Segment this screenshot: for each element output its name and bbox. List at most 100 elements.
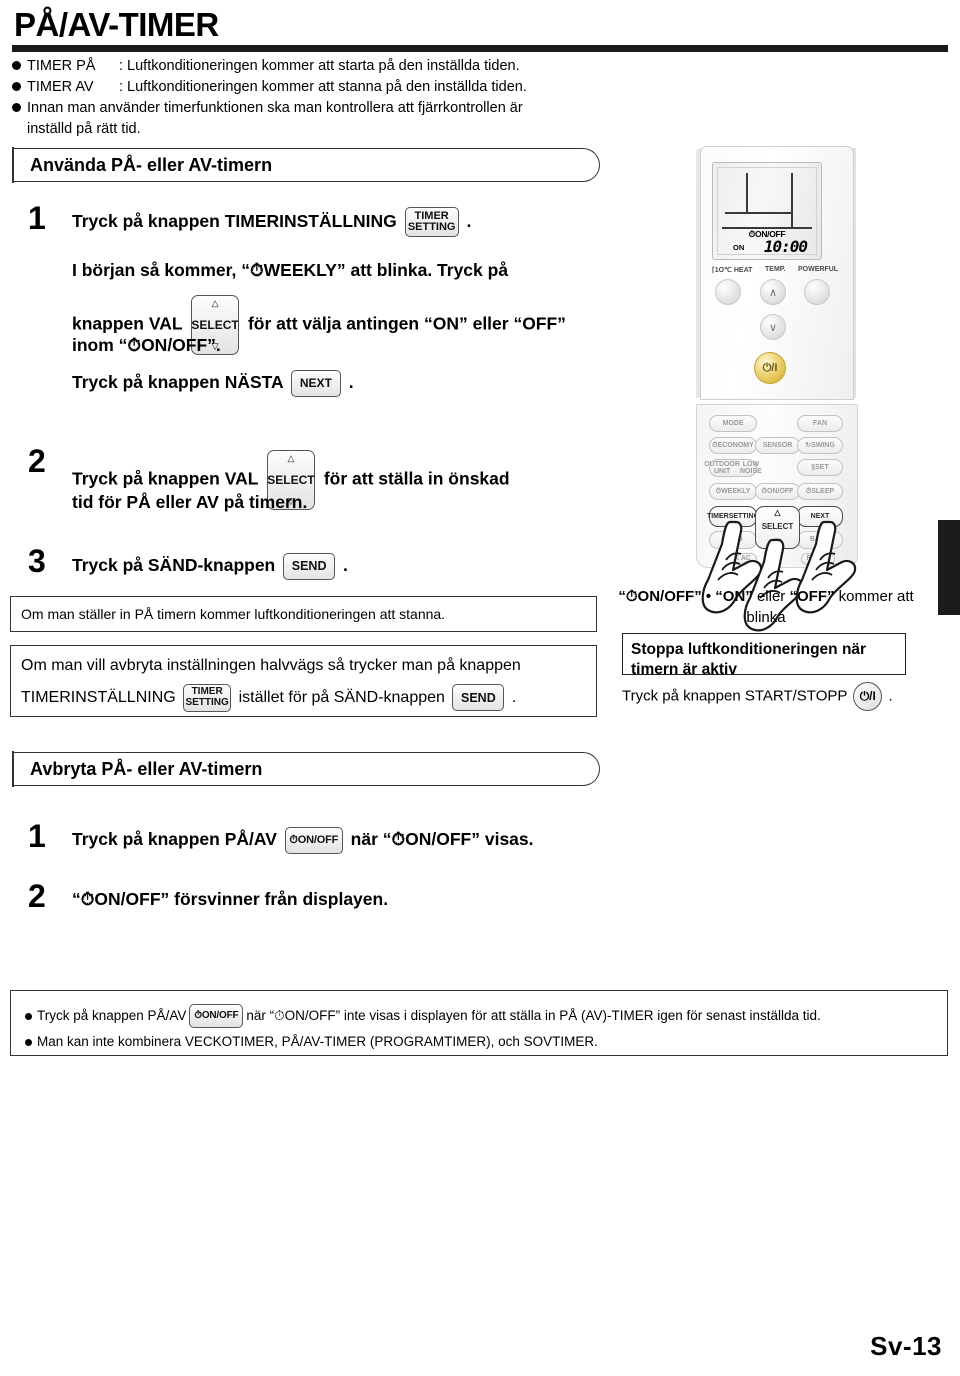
right-box-line-2: timern är aktiv bbox=[631, 661, 737, 678]
bullet-dot-icon bbox=[25, 1038, 32, 1046]
step-number: 2 bbox=[28, 443, 46, 479]
step-1-line5-text-a: Tryck på knappen NÄSTA bbox=[72, 372, 284, 392]
temp-down-button[interactable]: ∨ bbox=[760, 314, 786, 340]
remote-button-label: ⏱ON/OFF bbox=[761, 487, 794, 495]
send-key-label: SEND bbox=[291, 559, 327, 574]
chevron-down-icon: ∨ bbox=[768, 321, 778, 334]
select-key-up-arrow-icon: △ bbox=[211, 298, 219, 308]
right-caption-line-2: blinka bbox=[746, 609, 786, 626]
remote-button-label: FAN bbox=[813, 419, 827, 427]
bullet-text: : Luftkonditioneringen kommer att starta… bbox=[119, 58, 520, 74]
start-stop-button[interactable]: ⏻/I bbox=[754, 352, 786, 384]
note2-line1: Om man vill avbryta inställningen halvvä… bbox=[21, 657, 521, 674]
heat-button[interactable] bbox=[715, 279, 741, 305]
intro-bullet-item: TIMER AV : Luftkonditioneringen kommer a… bbox=[12, 77, 672, 97]
on-off-key-label: ⏱ON/OFF bbox=[194, 1010, 239, 1021]
step-2-text-a: Tryck på knappen VAL bbox=[72, 468, 259, 489]
on-off-key-icon[interactable]: ⏱ON/OFF bbox=[284, 826, 343, 854]
bottom-note-text-a: Man kan inte kombinera VECKOTIMER, PÅ/AV… bbox=[37, 1034, 598, 1049]
timer-setting-key-icon[interactable]: TIMER SETTING bbox=[404, 207, 459, 238]
title-divider bbox=[12, 45, 948, 52]
send-key-icon[interactable]: SEND bbox=[452, 684, 505, 712]
note-box-on-timer: Om man ställer in PÅ timern kommer luftk… bbox=[10, 596, 597, 632]
right-caption-p3: “OFF” bbox=[789, 588, 835, 605]
step-1-line-2: I början så kommer, “⏱WEEKLY” att blinka… bbox=[72, 260, 509, 280]
step-1-line-5: Tryck på knappen NÄSTA NEXT . bbox=[72, 367, 642, 397]
next-key-icon[interactable]: NEXT bbox=[290, 369, 341, 397]
step-3-text-a: Tryck på SÄND-knappen bbox=[72, 555, 276, 575]
right-caption-p2: eller bbox=[756, 588, 786, 605]
step-1-line5-text-b: . bbox=[348, 372, 354, 392]
remote-button-sensor[interactable]: SENSOR bbox=[755, 437, 800, 454]
section-header-use-timer: Använda PÅ- eller AV-timern bbox=[12, 147, 600, 183]
remote-button-set[interactable]: §SET bbox=[797, 459, 843, 476]
lcd-on-indicator: ON bbox=[733, 243, 745, 252]
bullet-text: : Luftkonditioneringen kommer att stanna… bbox=[119, 79, 527, 95]
right-caption-blink: “⏱ON/OFF” • “ON” eller “OFF” kommer att … bbox=[618, 586, 914, 628]
remote-button-fan[interactable]: FAN bbox=[797, 415, 843, 432]
heat-button-label: ⌈1O℃ HEAT bbox=[712, 267, 753, 274]
remote-button-label: ⏱WEEKLY bbox=[715, 487, 751, 495]
next-key-label: NEXT bbox=[299, 376, 332, 391]
step-1-text-b: . bbox=[466, 211, 472, 231]
step-number: 2 bbox=[28, 878, 46, 914]
power-key-icon[interactable]: ⏻/I bbox=[853, 682, 883, 711]
right-caption-line-1: “⏱ON/OFF” • “ON” eller “OFF” kommer att bbox=[618, 586, 914, 607]
bullet-dot-icon bbox=[12, 103, 21, 112]
powerful-button-label: POWERFUL bbox=[798, 266, 839, 273]
step-number: 1 bbox=[28, 200, 46, 236]
select-key-up-arrow-icon: △ bbox=[774, 508, 781, 517]
page-footer: Sv-13 bbox=[870, 1331, 942, 1361]
section-header-cancel-timer: Avbryta PÅ- eller AV-timern bbox=[12, 751, 600, 787]
right-box-stop-ac: Stoppa luftkonditioneringen när timern ä… bbox=[622, 633, 906, 678]
powerful-button[interactable] bbox=[804, 279, 830, 305]
timer-setting-key-icon[interactable]: TIMER SETTING bbox=[183, 683, 232, 712]
remote-button-label: SENSOR bbox=[762, 441, 793, 449]
bullet-text: Innan man använder timerfunktionen ska m… bbox=[27, 100, 523, 116]
step-number: 3 bbox=[28, 543, 46, 579]
page-title: PÅ/AV-TIMER bbox=[14, 6, 219, 43]
cancel-step1-text-a: Tryck på knappen PÅ/AV bbox=[72, 829, 277, 849]
step-3-line-1: Tryck på SÄND-knappen SEND . bbox=[72, 550, 642, 580]
right-caption-p4: kommer att bbox=[838, 588, 914, 605]
remote-button-weekly[interactable]: ⏱WEEKLY bbox=[709, 483, 757, 500]
bullet-label: TIMER PÅ bbox=[27, 58, 96, 74]
note2-line2: TIMERINSTÄLLNING TIMER SETTING istället … bbox=[21, 682, 586, 714]
bottom-note-text-b: när “⏱ON/OFF” inte visas i displayen för… bbox=[246, 1008, 821, 1023]
page-edge-tab-marker bbox=[938, 520, 960, 615]
remote-button-economy[interactable]: ⏱ECONOMY bbox=[709, 437, 757, 454]
bottom-notes-box: Tryck på knappen PÅ/AV ⏱ON/OFF när “⏱ON/… bbox=[10, 990, 948, 1056]
lcd-divider-vertical-2 bbox=[791, 173, 793, 228]
note2-text-b: istället för på SÄND-knappen bbox=[238, 689, 445, 706]
remote-button-outdoor-unit-low-noise[interactable]: OUTDOOR UNIT LOW NOISE bbox=[704, 459, 762, 477]
bottom-note-text-a: Tryck på knappen PÅ/AV bbox=[37, 1008, 187, 1023]
bullet-text-continued: inställd på rätt tid. bbox=[27, 121, 141, 137]
right-box-line-1: Stoppa luftkonditioneringen när bbox=[631, 641, 867, 658]
remote-button-sleep[interactable]: ⏱SLEEP bbox=[797, 483, 843, 500]
step-2-line-2: tid för PÅ eller AV på timern. bbox=[72, 492, 308, 512]
bullet-dot-icon bbox=[12, 82, 21, 91]
remote-button-swing[interactable]: ↻SWING bbox=[797, 437, 843, 454]
remote-button-mode[interactable]: MODE bbox=[709, 415, 757, 432]
intro-bullet-item: TIMER PÅ : Luftkonditioneringen kommer a… bbox=[12, 56, 672, 76]
remote-button-label: ⏱ECONOMY bbox=[712, 441, 754, 449]
manual-page: PÅ/AV-TIMER TIMER PÅ : Luftkonditionerin… bbox=[0, 0, 960, 1376]
step-1-line-1: Tryck på knappen TIMERINSTÄLLNING TIMER … bbox=[72, 206, 632, 238]
on-off-key-icon[interactable]: ⏱ON/OFF bbox=[189, 1004, 244, 1028]
note2-text-a: TIMERINSTÄLLNING bbox=[21, 689, 176, 706]
note2-text-c: . bbox=[511, 689, 517, 706]
bottom-note-item: Man kan inte kombinera VECKOTIMER, PÅ/AV… bbox=[25, 1031, 933, 1053]
lcd-divider-vertical-1 bbox=[746, 173, 748, 213]
remote-button-label: §SET bbox=[811, 463, 829, 471]
remote-button-on-off[interactable]: ⏱ON/OFF bbox=[755, 483, 800, 500]
send-key-icon[interactable]: SEND bbox=[283, 552, 336, 580]
intro-bullets: TIMER PÅ : Luftkonditioneringen kommer a… bbox=[12, 56, 672, 139]
step-2-text-b: för att ställa in önskad bbox=[323, 468, 510, 489]
temp-up-button[interactable]: ∧ bbox=[760, 279, 786, 305]
lcd-divider-horizontal-1 bbox=[725, 212, 793, 214]
intro-bullet-item: Innan man använder timerfunktionen ska m… bbox=[12, 98, 672, 118]
remote-control-illustration: ⏱ON/OFF ON 10:00 ⌈1O℃ HEAT TEMP. POWERFU… bbox=[682, 146, 872, 632]
step-1-line-4: inom “⏱ON/OFF”. bbox=[72, 335, 221, 355]
remote-button-label: ↻SWING bbox=[805, 441, 835, 449]
remote-button-label: ⏱SLEEP bbox=[805, 487, 835, 495]
